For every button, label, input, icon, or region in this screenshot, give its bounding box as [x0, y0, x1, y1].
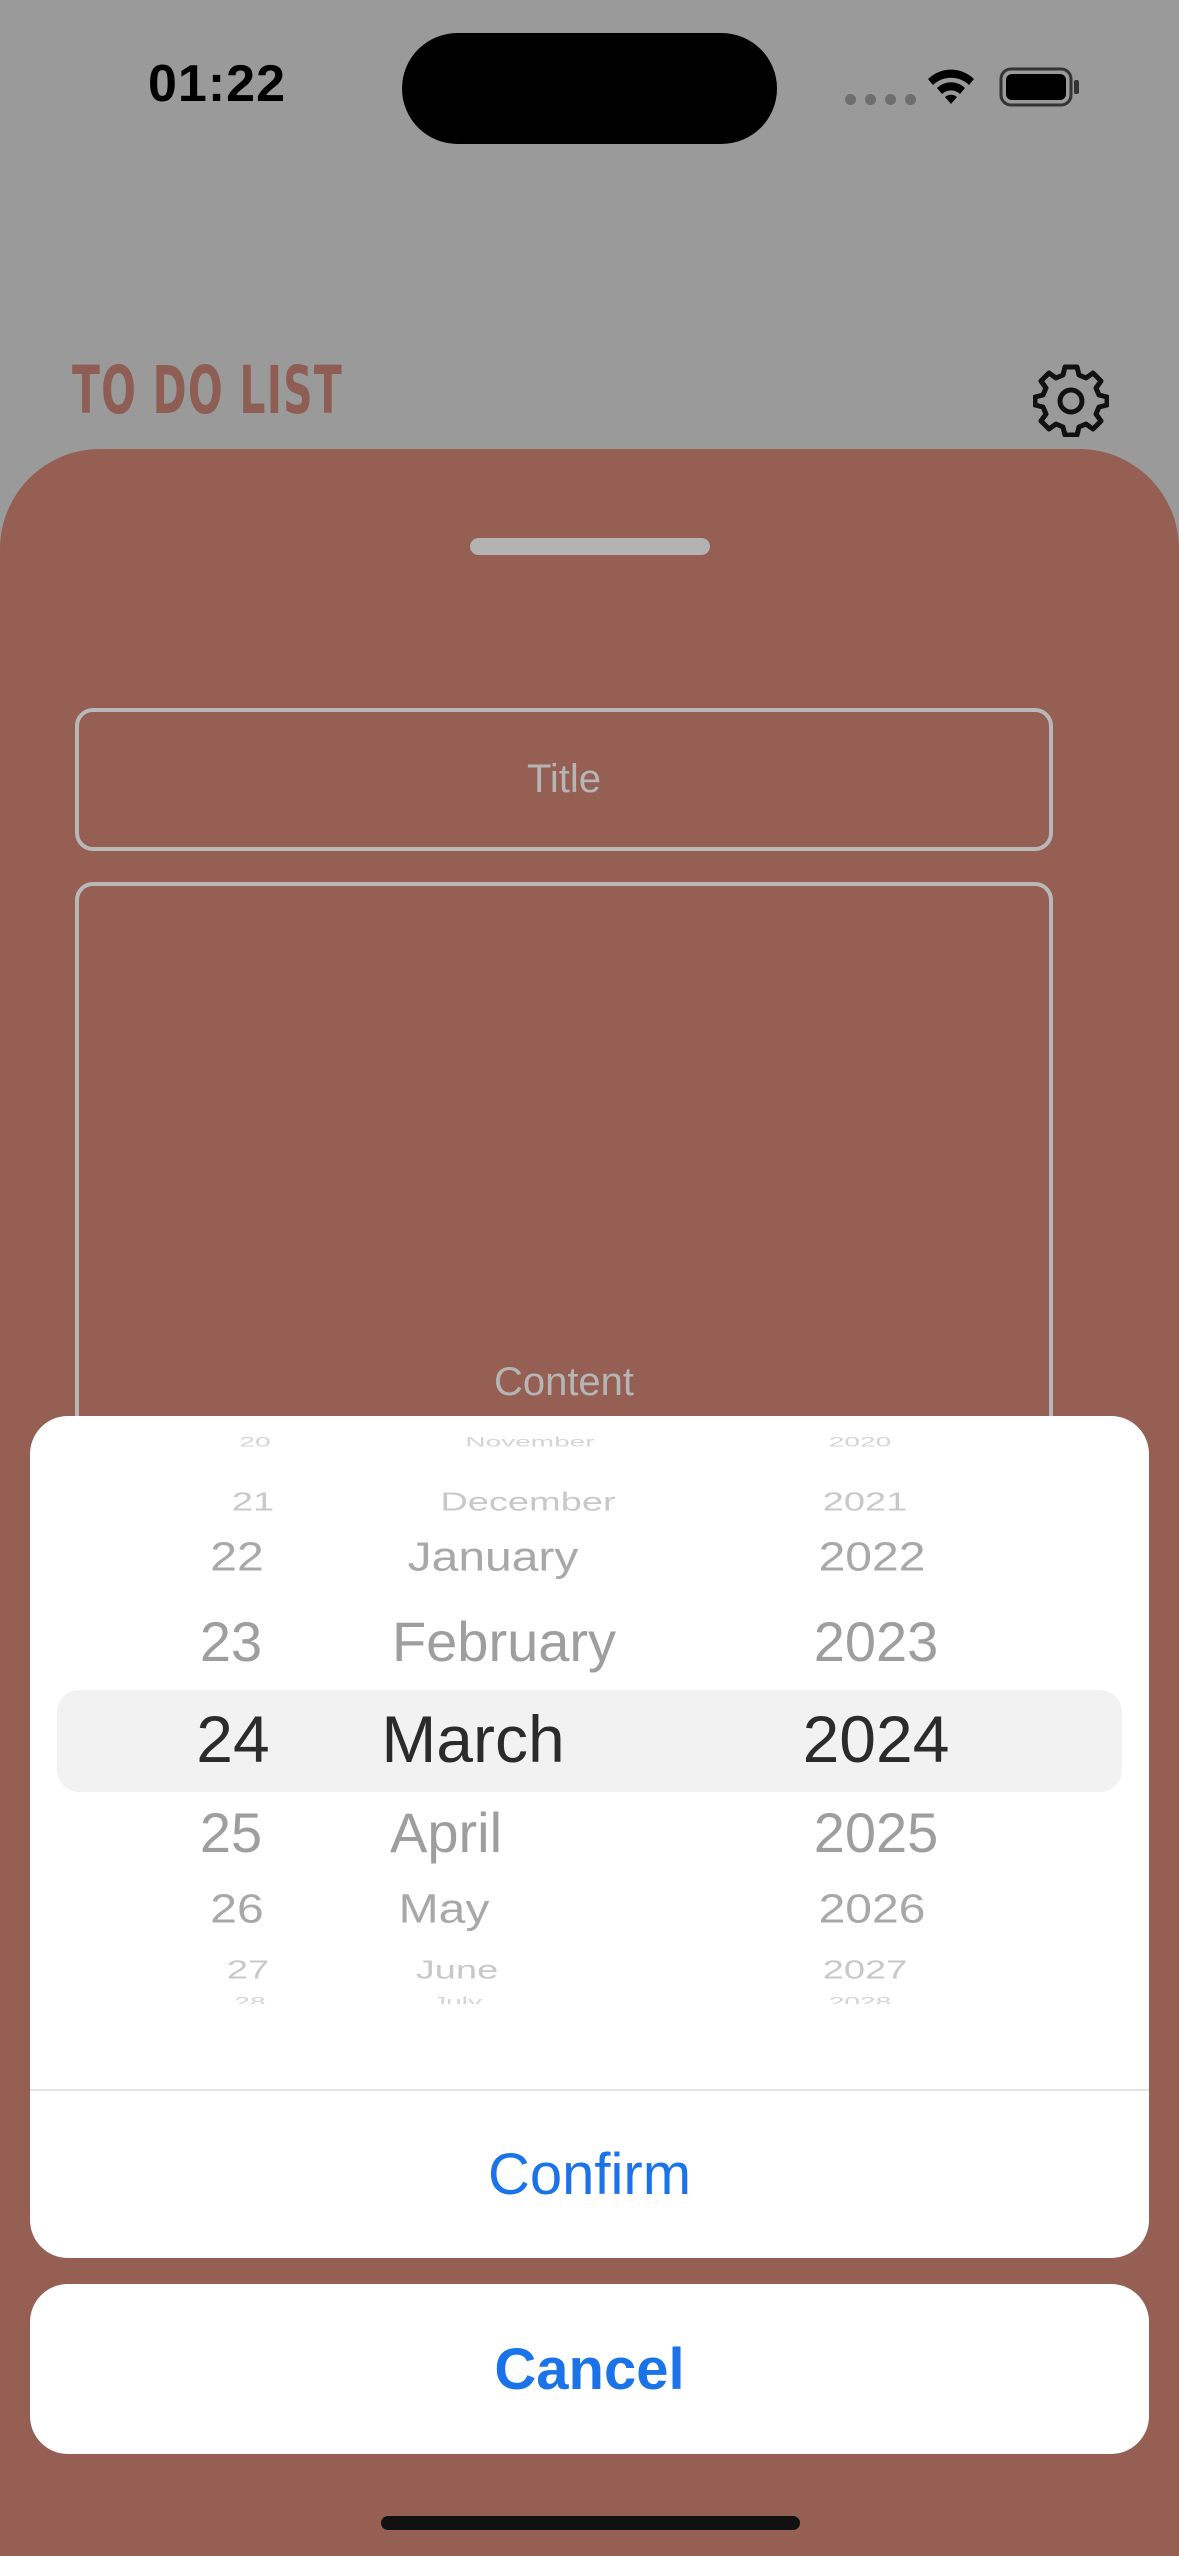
wifi-icon [928, 69, 974, 104]
status-time: 01:22 [148, 55, 286, 113]
month-option[interactable]: February [392, 1609, 616, 1674]
year-option[interactable]: 2026 [819, 1886, 926, 1933]
day-option[interactable]: 23 [200, 1609, 262, 1674]
day-option[interactable]: 28 [234, 1994, 265, 2004]
day-option[interactable]: 21 [232, 1488, 274, 1517]
month-option[interactable]: January [408, 1534, 579, 1581]
screen: 01:22 TO DO LIST Title Content 20 Novemb… [0, 0, 1179, 2556]
day-option[interactable]: 20 [239, 1434, 270, 1450]
date-picker-card: 20 November 2020 21 December 2021 22 Jan… [30, 1416, 1149, 2258]
month-option[interactable]: June [416, 1956, 498, 1985]
cancel-button[interactable]: Cancel [30, 2284, 1149, 2454]
day-option[interactable]: 26 [210, 1886, 263, 1933]
day-option[interactable]: 27 [227, 1956, 269, 1985]
day-option[interactable]: 25 [200, 1800, 262, 1865]
dynamic-island [402, 33, 777, 144]
day-option[interactable]: 22 [210, 1534, 263, 1581]
year-option[interactable]: 2023 [814, 1609, 939, 1674]
gear-icon[interactable] [1033, 361, 1109, 437]
selected-month[interactable]: March [381, 1701, 564, 1777]
year-option[interactable]: 2021 [823, 1488, 908, 1517]
cellular-signal-icon [845, 94, 916, 105]
year-option[interactable]: 2025 [814, 1800, 939, 1865]
month-option[interactable]: May [399, 1886, 490, 1933]
sheet-grabber[interactable] [470, 538, 710, 555]
picker-row[interactable]: 28 July 2028 [30, 1994, 1149, 2004]
month-option[interactable]: December [440, 1488, 615, 1517]
title-field[interactable]: Title [75, 708, 1053, 851]
year-option[interactable]: 2027 [823, 1956, 908, 1985]
year-option[interactable]: 2020 [829, 1434, 891, 1450]
year-option[interactable]: 2022 [819, 1534, 926, 1581]
app-title: TO DO LIST [72, 352, 344, 429]
battery-icon [999, 67, 1079, 107]
picker-row[interactable]: 20 November 2020 [30, 1434, 1149, 1456]
year-option[interactable]: 2028 [829, 1994, 891, 2004]
selected-day[interactable]: 24 [196, 1701, 269, 1777]
month-option[interactable]: July [432, 1994, 482, 2004]
month-option[interactable]: April [390, 1800, 502, 1865]
confirm-button[interactable]: Confirm [30, 2091, 1149, 2258]
home-indicator[interactable] [381, 2516, 800, 2530]
month-option[interactable]: November [465, 1434, 594, 1450]
selected-year[interactable]: 2024 [803, 1701, 950, 1777]
